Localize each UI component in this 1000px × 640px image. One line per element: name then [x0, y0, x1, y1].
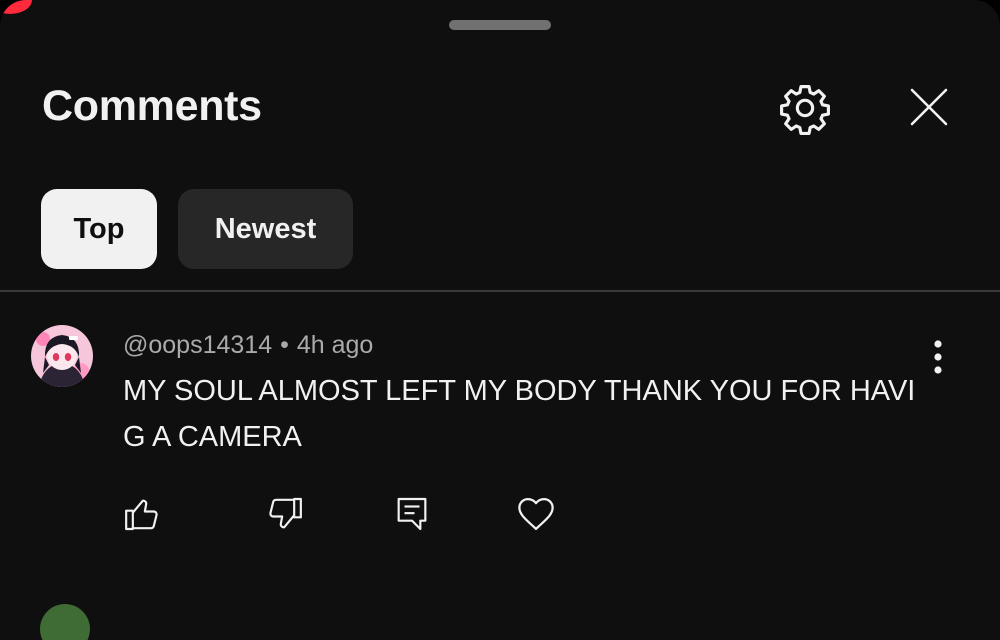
heart-icon — [518, 497, 554, 531]
panel-title: Comments — [42, 82, 262, 130]
more-vert-icon — [934, 340, 942, 374]
close-button[interactable] — [898, 76, 960, 138]
drag-handle[interactable] — [449, 20, 551, 30]
reply-button[interactable] — [388, 490, 436, 538]
comment-author[interactable]: @oops14314 — [123, 331, 272, 359]
recording-indicator — [0, 0, 32, 14]
avatar-image — [31, 325, 93, 387]
divider — [0, 290, 1000, 292]
gear-icon — [780, 85, 830, 135]
comment-meta: @oops14314 • 4h ago — [123, 329, 373, 361]
thumbs-down-icon — [269, 497, 302, 529]
comments-panel: Comments Top Newest @oops14314 • 4h ago … — [0, 0, 1000, 640]
more-options-button[interactable] — [920, 333, 956, 381]
sort-chip-newest[interactable]: Newest — [178, 189, 353, 269]
meta-separator: • — [280, 331, 289, 359]
close-icon — [910, 88, 948, 126]
reply-icon — [397, 497, 427, 531]
next-comment-avatar[interactable] — [40, 604, 90, 640]
dislike-button[interactable] — [261, 490, 309, 538]
thumbs-up-icon — [125, 499, 158, 531]
like-button[interactable] — [118, 490, 166, 538]
sort-chip-top[interactable]: Top — [41, 189, 157, 269]
comment-text: MY SOUL ALMOST LEFT MY BODY THANK YOU FO… — [123, 375, 916, 453]
avatar[interactable] — [31, 325, 93, 387]
heart-button[interactable] — [512, 490, 560, 538]
settings-button[interactable] — [772, 78, 838, 138]
comment-timestamp: 4h ago — [296, 331, 374, 359]
